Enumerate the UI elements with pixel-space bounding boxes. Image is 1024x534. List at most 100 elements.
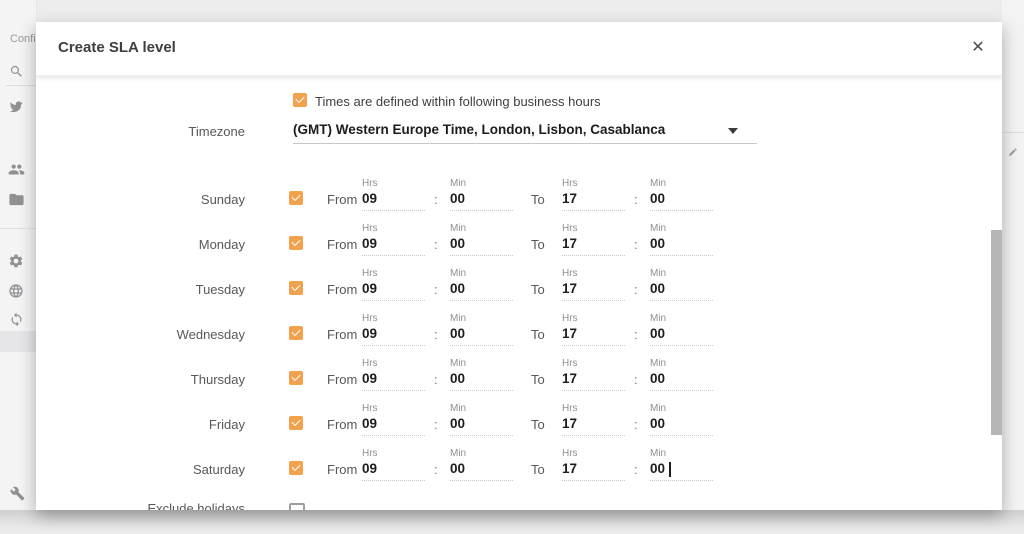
day-schedule-row: Wednesday From Hrs : Min To Hrs : Min [36,313,1002,355]
from-hours-input[interactable] [362,370,425,391]
to-hours-input[interactable] [562,280,625,301]
chevron-down-icon[interactable] [728,128,738,134]
wrench-icon[interactable] [10,486,25,501]
from-label: From [327,327,357,342]
from-hours-input[interactable] [362,325,425,346]
people-icon[interactable] [8,161,25,178]
day-label: Monday [76,237,245,252]
from-hours-input[interactable] [362,415,425,436]
from-label: From [327,372,357,387]
from-minutes-input[interactable] [450,415,513,436]
min-label: Min [650,178,713,190]
day-enabled-checkbox[interactable] [289,326,303,340]
to-hours-input[interactable] [562,325,625,346]
from-minutes-input[interactable] [450,325,513,346]
close-icon[interactable]: ✕ [966,36,990,60]
min-label: Min [650,223,713,235]
min-label: Min [450,448,513,460]
to-label: To [531,372,545,387]
from-minutes-field-wrap: Min [450,223,513,256]
day-label: Friday [76,417,245,432]
day-label: Saturday [76,462,245,477]
timezone-select[interactable]: (GMT) Western Europe Time, London, Lisbo… [293,122,665,137]
day-schedule-row: Saturday From Hrs : Min To Hrs : Min [36,448,1002,490]
day-schedule-row: Monday From Hrs : Min To Hrs : Min [36,223,1002,265]
from-minutes-input[interactable] [450,370,513,391]
hrs-label: Hrs [562,268,625,280]
to-label: To [531,327,545,342]
from-hours-input[interactable] [362,235,425,256]
to-minutes-input[interactable] [650,415,713,436]
day-enabled-checkbox[interactable] [289,191,303,205]
dialog-scrollbar-thumb[interactable] [991,230,1002,435]
to-minutes-field-wrap: Min [650,268,713,301]
day-schedule-row: Sunday From Hrs : Min To Hrs : Min [36,178,1002,220]
search-icon[interactable] [9,64,24,79]
to-minutes-input[interactable] [650,190,713,211]
exclude-holidays-checkbox[interactable] [289,503,305,510]
from-minutes-field-wrap: Min [450,313,513,346]
from-hours-field-wrap: Hrs [362,268,425,301]
sidebar-selected-item[interactable] [0,331,36,352]
time-colon: : [634,327,638,342]
to-minutes-input[interactable] [650,325,713,346]
day-enabled-checkbox[interactable] [289,461,303,475]
from-minutes-field-wrap: Min [450,403,513,436]
globe-icon[interactable] [8,283,24,299]
min-label: Min [650,313,713,325]
from-hours-input[interactable] [362,460,425,481]
from-minutes-field-wrap: Min [450,178,513,211]
to-hours-input[interactable] [562,415,625,436]
hrs-label: Hrs [562,223,625,235]
from-hours-field-wrap: Hrs [362,358,425,391]
day-enabled-checkbox[interactable] [289,416,303,430]
from-minutes-input[interactable] [450,280,513,301]
gear-icon[interactable] [8,253,24,269]
hrs-label: Hrs [562,313,625,325]
hrs-label: Hrs [362,223,425,235]
time-colon: : [434,327,438,342]
check-icon [291,237,300,246]
timezone-label: Timezone [76,124,245,139]
day-enabled-checkbox[interactable] [289,281,303,295]
time-colon: : [634,282,638,297]
to-minutes-input[interactable] [650,370,713,391]
from-label: From [327,192,357,207]
day-schedule-row: Tuesday From Hrs : Min To Hrs : Min [36,268,1002,310]
to-minutes-input[interactable] [650,235,713,256]
from-minutes-input[interactable] [450,460,513,481]
hrs-label: Hrs [562,178,625,190]
to-minutes-input[interactable] [650,460,713,481]
hrs-label: Hrs [362,178,425,190]
hrs-label: Hrs [562,448,625,460]
to-minutes-input[interactable] [650,280,713,301]
from-label: From [327,417,357,432]
to-label: To [531,237,545,252]
min-label: Min [450,223,513,235]
from-hours-input[interactable] [362,190,425,211]
from-minutes-input[interactable] [450,235,513,256]
to-minutes-field-wrap: Min [650,403,713,436]
check-icon [295,94,304,103]
min-label: Min [650,358,713,370]
day-enabled-checkbox[interactable] [289,371,303,385]
time-colon: : [434,462,438,477]
hrs-label: Hrs [362,268,425,280]
min-label: Min [450,403,513,415]
day-enabled-checkbox[interactable] [289,236,303,250]
hrs-label: Hrs [362,403,425,415]
business-hours-checkbox[interactable] [293,93,307,107]
folder-icon[interactable] [8,191,25,208]
time-colon: : [634,462,638,477]
twitter-icon[interactable] [8,99,24,115]
sidebar-divider [0,228,36,229]
sync-icon[interactable] [9,312,24,327]
to-hours-input[interactable] [562,370,625,391]
from-hours-input[interactable] [362,280,425,301]
to-hours-input[interactable] [562,190,625,211]
text-cursor [669,462,671,477]
to-minutes-field-wrap: Min [650,178,713,211]
to-hours-input[interactable] [562,460,625,481]
from-minutes-input[interactable] [450,190,513,211]
to-hours-input[interactable] [562,235,625,256]
